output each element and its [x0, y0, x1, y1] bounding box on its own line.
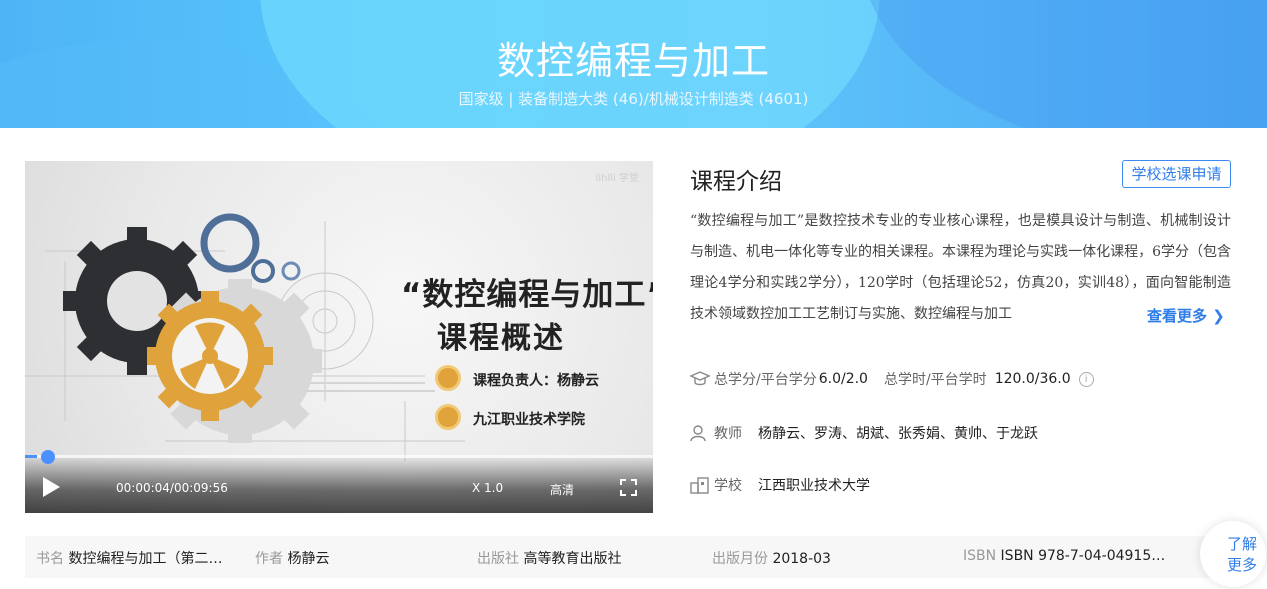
view-more-label: 查看更多 — [1147, 307, 1208, 325]
book-date-value: 2018-03 — [772, 551, 831, 567]
video-seek-handle[interactable] — [40, 450, 55, 464]
book-name-label: 书名 — [36, 551, 64, 567]
cover-leader: 课程负责人：杨静云 — [473, 373, 599, 389]
book-isbn: ISBN ISBN 978-7-04-04915… — [963, 548, 1165, 564]
book-publisher-value: 高等教育出版社 — [523, 551, 622, 567]
video-progress-bar[interactable] — [25, 455, 653, 458]
course-title: 数控编程与加工 — [496, 39, 770, 83]
teacher-label: 教师 — [714, 426, 742, 442]
credits-value: 6.0/2.0 — [818, 371, 868, 387]
book-publisher-label: 出版社 — [477, 551, 519, 567]
learn-more-line2: 更多 — [1226, 556, 1257, 574]
video-progress-fill — [25, 455, 37, 458]
medal-icon — [435, 365, 461, 391]
book-author-label: 作者 — [255, 551, 283, 567]
book-isbn-label: ISBN — [963, 548, 997, 564]
book-author: 作者 杨静云 — [255, 548, 329, 568]
chevron-right-icon: ❯ — [1212, 307, 1225, 325]
view-more-link[interactable]: 查看更多 ❯ — [1147, 305, 1225, 326]
hours-value: 120.0/36.0 — [994, 371, 1071, 387]
school-row: 学校 江西职业技术大学 — [690, 475, 870, 495]
school-apply-button[interactable]: 学校选课申请 — [1122, 160, 1231, 188]
credits-label: 总学分/平台学分 — [714, 372, 817, 388]
course-banner: 数控编程与加工 国家级 | 装备制造大类 (46)/机械设计制造类 (4601) — [0, 0, 1267, 128]
play-icon[interactable] — [43, 477, 60, 497]
textbook-bar: 书名 数控编程与加工（第二… 作者 杨静云 出版社 高等教育出版社 出版月份 2… — [25, 536, 1220, 578]
cover-school: 九江职业技术学院 — [473, 412, 585, 428]
info-icon[interactable]: i — [1078, 371, 1094, 387]
intro-heading: 课程介绍 — [690, 169, 782, 195]
book-date: 出版月份 2018-03 — [712, 548, 831, 568]
video-time: 00:00:04/00:09:56 — [116, 481, 228, 495]
building-icon — [690, 476, 709, 494]
learn-more-button[interactable]: 了解 更多 — [1200, 521, 1266, 587]
playback-speed-button[interactable]: X 1.0 — [472, 481, 503, 495]
learn-more-line1: 了解 — [1226, 535, 1257, 553]
cover-subtitle: 课程概述 — [437, 321, 565, 356]
book-isbn-value: ISBN 978-7-04-04915… — [1000, 548, 1166, 564]
course-category: 国家级 | 装备制造大类 (46)/机械设计制造类 (4601) — [458, 90, 809, 108]
teacher-row: 教师 杨静云、罗涛、胡斌、张秀娟、黄帅、于龙跃 — [690, 423, 1038, 443]
hours-label: 总学时/平台学时 — [883, 372, 987, 388]
graduation-cap-icon — [690, 371, 710, 386]
book-date-label: 出版月份 — [712, 551, 768, 567]
teacher-value: 杨静云、罗涛、胡斌、张秀娟、黄帅、于龙跃 — [758, 426, 1038, 442]
credits-row: 总学分/平台学分 6.0/2.0 总学时/平台学时 120.0/36.0 i — [690, 369, 1094, 389]
book-name: 书名 数控编程与加工（第二… — [36, 548, 222, 568]
user-icon — [690, 424, 706, 441]
book-publisher: 出版社 高等教育出版社 — [477, 548, 621, 568]
fullscreen-icon[interactable] — [620, 479, 637, 496]
school-label: 学校 — [714, 478, 742, 494]
cover-title: “数控编程与加工” — [401, 277, 653, 313]
video-quality-button[interactable]: 高清 — [550, 481, 574, 498]
book-author-value: 杨静云 — [287, 551, 330, 567]
school-icon — [435, 404, 461, 430]
book-name-value: 数控编程与加工（第二… — [68, 551, 223, 567]
video-player[interactable]: ilhlli 学堂 “数控编程与加工” 课程概述 课程负责人：杨静云 九江职业技… — [25, 161, 653, 513]
school-value: 江西职业技术大学 — [758, 478, 870, 494]
